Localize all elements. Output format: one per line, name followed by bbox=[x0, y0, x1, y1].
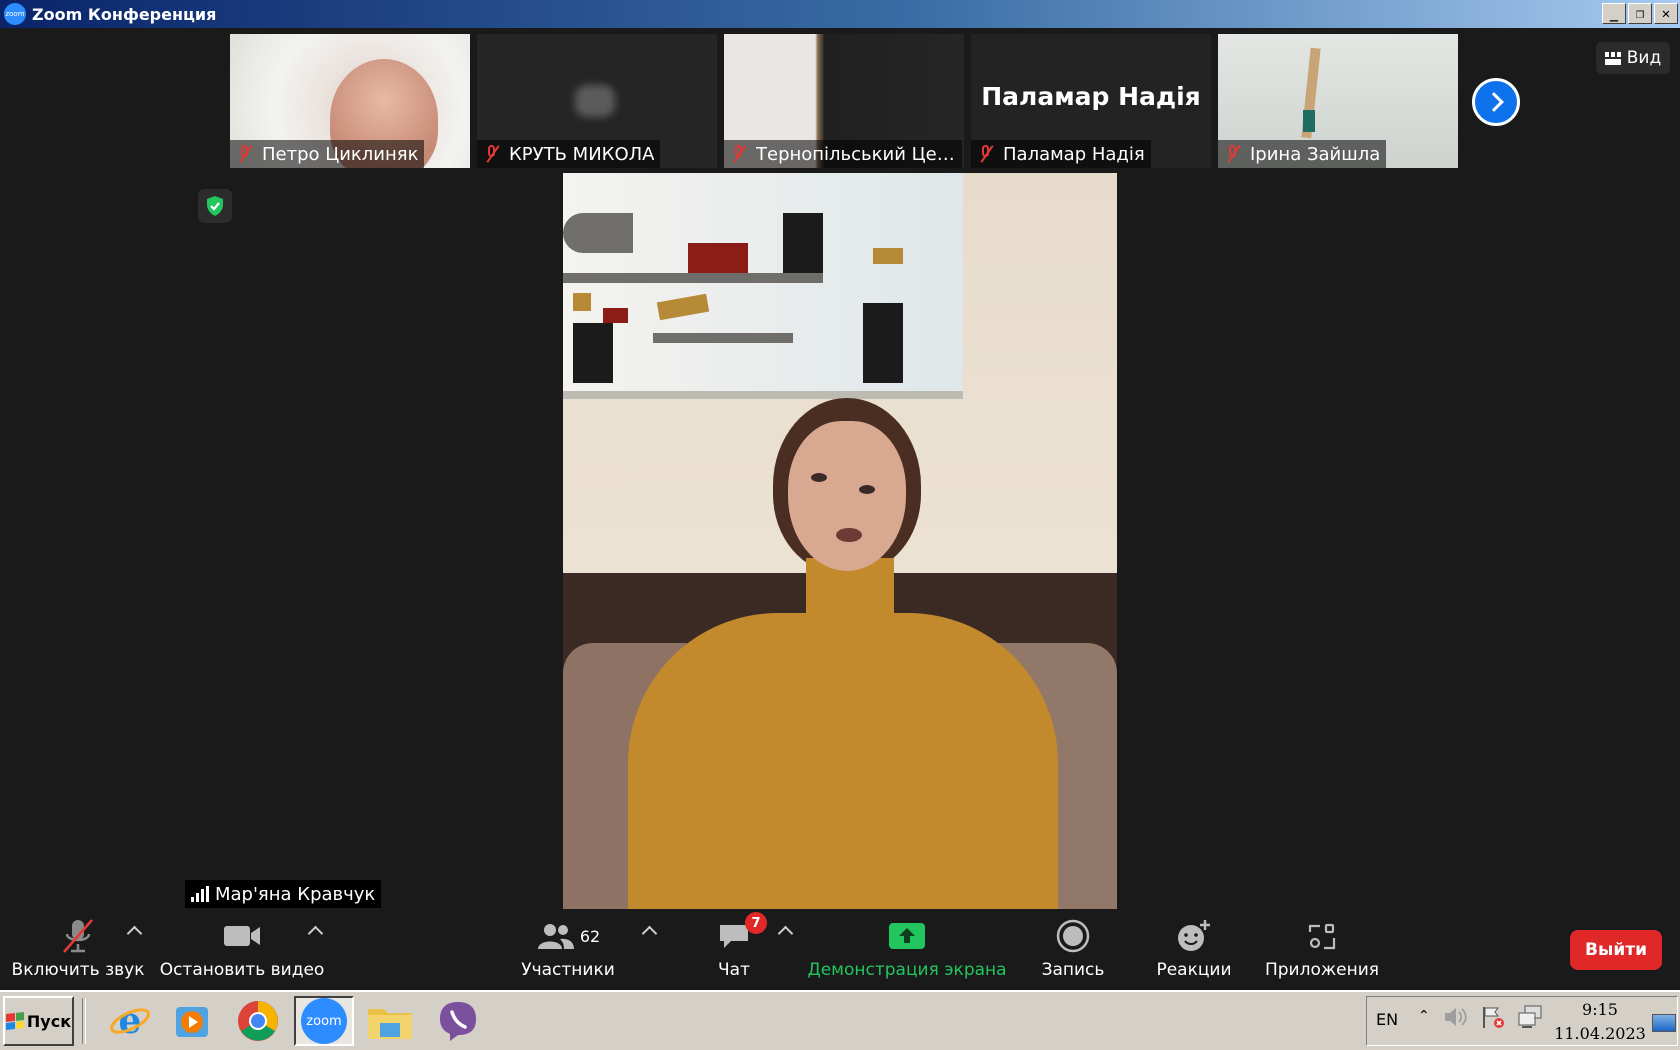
participant-name: Ірина Зайшла bbox=[1250, 143, 1381, 165]
speaker-eye bbox=[811, 473, 827, 482]
stop-video-label: Остановить видео bbox=[159, 960, 325, 980]
connection-signal-icon bbox=[191, 886, 209, 902]
speaker-face bbox=[788, 421, 906, 571]
mic-muted-icon bbox=[728, 143, 750, 165]
apps-icon bbox=[1306, 914, 1338, 958]
participant-name-bar: Ірина Зайшла bbox=[1218, 140, 1387, 168]
mic-muted-icon bbox=[1222, 143, 1244, 165]
windows-logo-icon bbox=[5, 1012, 24, 1030]
file-explorer-icon[interactable] bbox=[360, 996, 420, 1046]
participant-tile[interactable]: Тернопільський Цент... bbox=[724, 34, 964, 168]
gallery-view-icon bbox=[1604, 51, 1621, 65]
participant-video bbox=[575, 85, 615, 117]
window-title: Zoom Конференция bbox=[32, 4, 217, 24]
participants-options-chevron-up-icon[interactable] bbox=[641, 925, 658, 942]
network-icon[interactable] bbox=[1516, 1004, 1544, 1034]
apps-button[interactable]: Приложения bbox=[1264, 914, 1380, 980]
zoom-logo-icon: zoom bbox=[4, 3, 26, 25]
participants-icon bbox=[537, 924, 574, 949]
participant-display-name: Паламар Надія bbox=[981, 82, 1201, 111]
start-button[interactable]: Пуск bbox=[3, 996, 74, 1046]
start-label: Пуск bbox=[26, 1011, 72, 1031]
speaker-body bbox=[628, 613, 1058, 909]
participant-name-bar: Тернопільський Цент... bbox=[724, 140, 962, 168]
svg-text:e: e bbox=[119, 1000, 142, 1042]
share-screen-icon bbox=[888, 914, 926, 958]
participant-tile[interactable]: Петро Циклиняк bbox=[230, 34, 470, 168]
window-controls: _ ❐ ✕ bbox=[1602, 3, 1678, 24]
meeting-toolbar: Включить звук Остановить видео 62 Участн… bbox=[0, 912, 1680, 990]
close-button[interactable]: ✕ bbox=[1654, 3, 1678, 24]
participant-name-bar: Петро Циклиняк bbox=[230, 140, 425, 168]
participants-count: 62 bbox=[579, 926, 601, 946]
stop-video-button[interactable]: Остановить видео bbox=[160, 914, 324, 980]
chrome-icon[interactable] bbox=[228, 996, 288, 1046]
next-page-button[interactable] bbox=[1472, 78, 1520, 126]
participant-tile[interactable]: Ірина Зайшла bbox=[1218, 34, 1458, 168]
restore-button[interactable]: ❐ bbox=[1628, 3, 1652, 24]
media-player-icon[interactable] bbox=[162, 996, 222, 1046]
reactions-button[interactable]: Реакции bbox=[1156, 914, 1232, 980]
apps-label: Приложения bbox=[1264, 960, 1380, 980]
wall-painting bbox=[563, 173, 963, 399]
share-screen-button[interactable]: Демонстрация экрана bbox=[807, 914, 1007, 980]
participant-tile[interactable]: Паламар Надія Паламар Надія bbox=[971, 34, 1211, 168]
share-screen-label: Демонстрация экрана bbox=[807, 960, 1007, 980]
record-label: Запись bbox=[1041, 960, 1105, 980]
view-button[interactable]: Вид bbox=[1596, 42, 1670, 74]
show-hidden-icons-chevron-icon[interactable]: ⌃ bbox=[1418, 1008, 1430, 1024]
participant-name: Паламар Надія bbox=[1003, 143, 1145, 165]
security-shield-icon[interactable] bbox=[198, 189, 232, 223]
leave-meeting-button[interactable]: Выйти bbox=[1570, 930, 1662, 970]
record-button[interactable]: Запись bbox=[1041, 914, 1105, 980]
active-speaker-video bbox=[563, 173, 1117, 909]
zoom-taskbar-logo: zoom bbox=[301, 998, 347, 1044]
participant-name: Тернопільський Цент... bbox=[756, 143, 956, 165]
participant-strip: Петро Циклиняк КРУТЬ МИКОЛА Тернопільськ… bbox=[230, 34, 1458, 168]
participants-button[interactable]: 62 Участники bbox=[518, 914, 618, 980]
chat-options-chevron-up-icon[interactable] bbox=[777, 925, 794, 942]
record-icon bbox=[1056, 914, 1090, 958]
participants-icon-wrap: 62 bbox=[536, 914, 600, 958]
unmute-label: Включить звук bbox=[11, 960, 145, 980]
mic-muted-icon bbox=[234, 143, 256, 165]
chat-unread-badge: 7 bbox=[745, 912, 767, 934]
internet-explorer-icon[interactable]: e bbox=[100, 996, 160, 1046]
participants-label: Участники bbox=[521, 960, 615, 980]
active-speaker-name-tag: Мар'яна Кравчук bbox=[185, 880, 382, 908]
participant-tile[interactable]: КРУТЬ МИКОЛА bbox=[477, 34, 717, 168]
speaker-eye bbox=[859, 485, 875, 494]
taskbar-separator bbox=[82, 998, 86, 1044]
show-desktop-icon[interactable] bbox=[1652, 1014, 1676, 1032]
language-indicator[interactable]: EN bbox=[1376, 1010, 1398, 1029]
active-speaker-name: Мар'яна Кравчук bbox=[215, 883, 376, 905]
participant-video-detail bbox=[1303, 110, 1315, 132]
chat-button[interactable]: 7 Чат bbox=[709, 912, 767, 980]
participant-name-bar: Паламар Надія bbox=[971, 140, 1151, 168]
mic-muted-icon bbox=[481, 143, 503, 165]
speaker-mouth bbox=[836, 528, 862, 542]
microphone-muted-icon bbox=[58, 914, 98, 958]
volume-icon[interactable] bbox=[1442, 1004, 1468, 1034]
participant-name: КРУТЬ МИКОЛА bbox=[509, 143, 655, 165]
clock-time[interactable]: 9:15 bbox=[1560, 1000, 1640, 1019]
video-camera-icon bbox=[222, 914, 262, 958]
mic-muted-icon bbox=[975, 143, 997, 165]
participant-name-bar: КРУТЬ МИКОЛА bbox=[477, 140, 661, 168]
view-button-label: Вид bbox=[1626, 48, 1662, 68]
participant-name: Петро Циклиняк bbox=[262, 143, 419, 165]
meeting-stage: Петро Циклиняк КРУТЬ МИКОЛА Тернопільськ… bbox=[0, 28, 1680, 990]
chat-label: Чат bbox=[718, 960, 750, 980]
zoom-icon[interactable]: zoom bbox=[294, 996, 354, 1046]
os-taskbar: Пуск e zoom EN ⌃ 9:15 11.04.2023 bbox=[0, 990, 1680, 1050]
unmute-button[interactable]: Включить звук bbox=[11, 914, 145, 980]
reactions-label: Реакции bbox=[1156, 960, 1232, 980]
minimize-button[interactable]: _ bbox=[1602, 3, 1626, 24]
chat-icon-wrap: 7 bbox=[717, 912, 767, 958]
smiley-plus-icon bbox=[1176, 914, 1212, 958]
window-titlebar: zoom Zoom Конференция _ ❐ ✕ bbox=[0, 0, 1680, 28]
clock-date[interactable]: 11.04.2023 bbox=[1553, 1024, 1647, 1043]
viber-icon[interactable] bbox=[428, 996, 488, 1046]
action-center-flag-icon[interactable] bbox=[1480, 1004, 1506, 1034]
